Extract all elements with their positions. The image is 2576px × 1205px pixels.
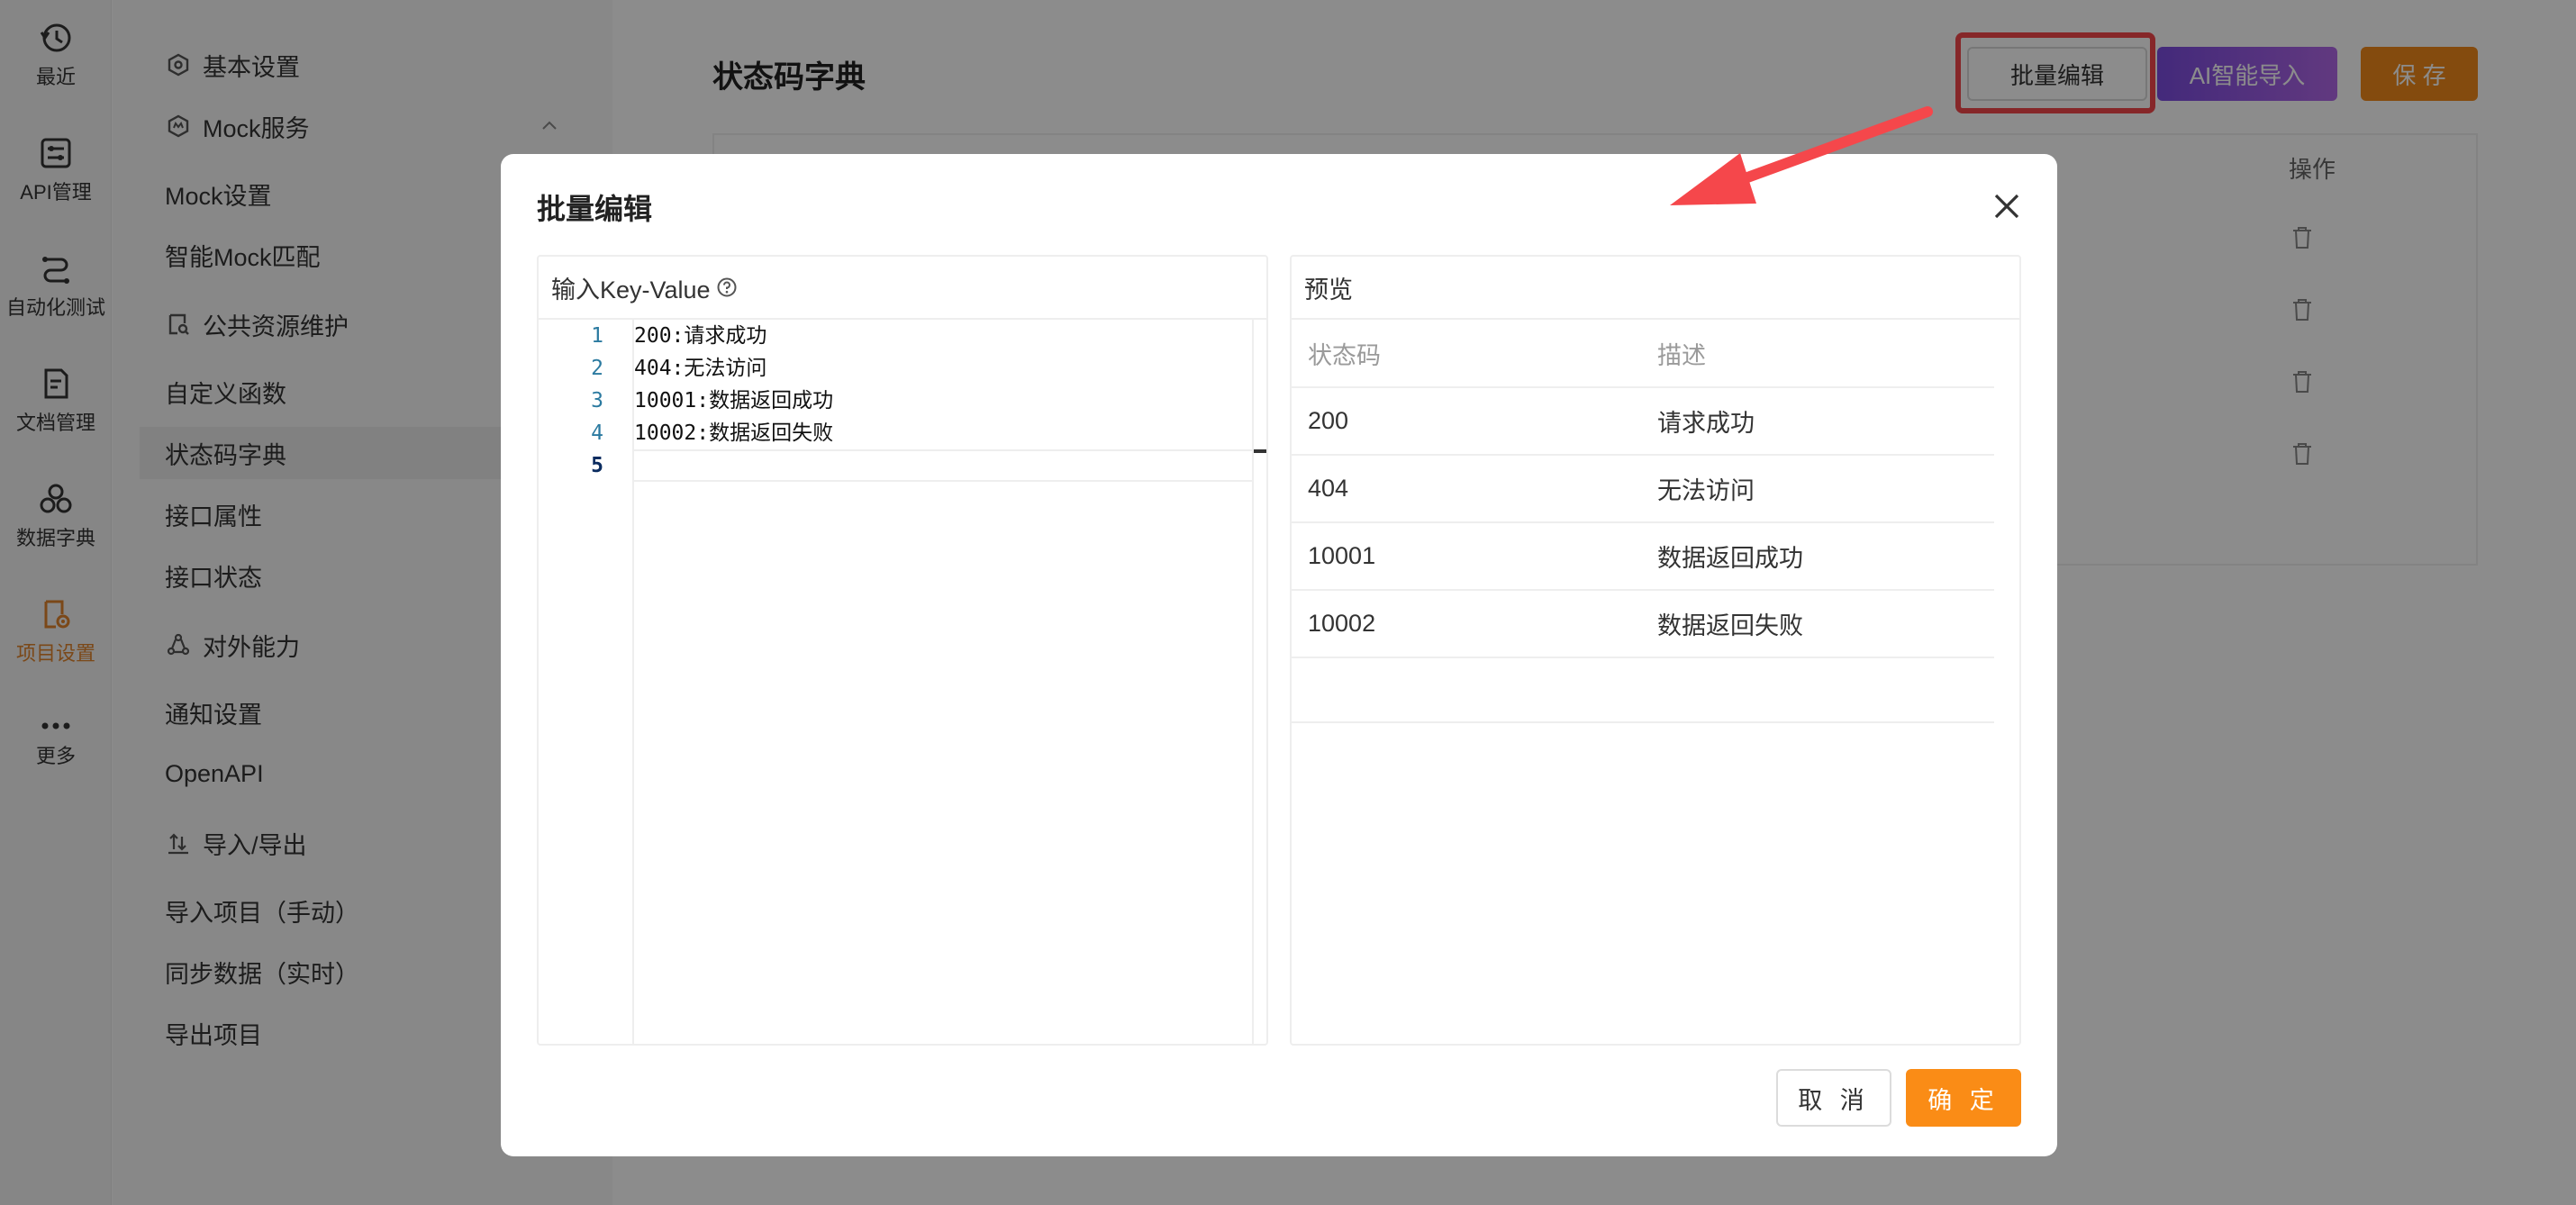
batch-edit-modal: 批量编辑 输入Key-Value 1 2 3 4 5 200:请求成功 404:…: [501, 154, 2057, 1156]
line-number: 2: [591, 357, 603, 380]
scrollbar-marker[interactable]: [1254, 449, 1266, 453]
code-line: 200:请求成功: [634, 324, 767, 348]
code-line: 10001:数据返回成功: [634, 389, 834, 412]
code-line: 404:无法访问: [634, 357, 767, 380]
column-header-description: 描述: [1657, 341, 1706, 369]
status-code-cell: 200: [1308, 407, 1349, 434]
preview-table-header: 状态码 描述: [1292, 320, 1994, 388]
input-panel-title: 输入Key-Value: [551, 276, 711, 304]
preview-panel-header: 预览: [1292, 257, 2019, 320]
modal-title: 批量编辑: [537, 193, 653, 225]
column-header-status-code: 状态码: [1308, 341, 1381, 369]
preview-panel-title: 预览: [1304, 276, 1353, 304]
line-number-current: 5: [591, 454, 603, 477]
status-code-cell: 404: [1308, 475, 1349, 502]
description-cell: 无法访问: [1657, 477, 1755, 504]
key-value-input-panel: 输入Key-Value 1 2 3 4 5 200:请求成功 404:无法访问 …: [537, 255, 1268, 1046]
close-icon[interactable]: [1989, 188, 2025, 224]
table-row-empty: [1292, 658, 1994, 723]
confirm-button[interactable]: 确 定: [1906, 1069, 2021, 1127]
help-icon[interactable]: [716, 276, 738, 298]
code-line: 10002:数据返回失败: [634, 421, 834, 445]
line-number: 4: [591, 421, 603, 445]
cancel-button[interactable]: 取 消: [1776, 1069, 1891, 1127]
line-number: 1: [591, 324, 603, 348]
description-cell: 请求成功: [1657, 410, 1755, 437]
annotation-arrow: [1670, 106, 1933, 205]
line-number-gutter: 1 2 3 4 5: [539, 320, 634, 1044]
input-panel-header: 输入Key-Value: [539, 257, 1266, 320]
line-number: 3: [591, 389, 603, 412]
table-row: 10002 数据返回失败: [1292, 591, 1994, 658]
table-row: 10001 数据返回成功: [1292, 523, 1994, 591]
status-code-cell: 10002: [1308, 610, 1376, 637]
table-row: 200 请求成功: [1292, 388, 1994, 456]
preview-panel: 预览 状态码 描述 200 请求成功 404 无法访问 10001 数据返回成功…: [1290, 255, 2021, 1046]
status-code-cell: 10001: [1308, 542, 1376, 569]
key-value-editor[interactable]: 200:请求成功 404:无法访问 10001:数据返回成功 10002:数据返…: [634, 320, 1254, 1044]
description-cell: 数据返回成功: [1657, 545, 1803, 572]
description-cell: 数据返回失败: [1657, 612, 1803, 639]
table-row: 404 无法访问: [1292, 456, 1994, 523]
